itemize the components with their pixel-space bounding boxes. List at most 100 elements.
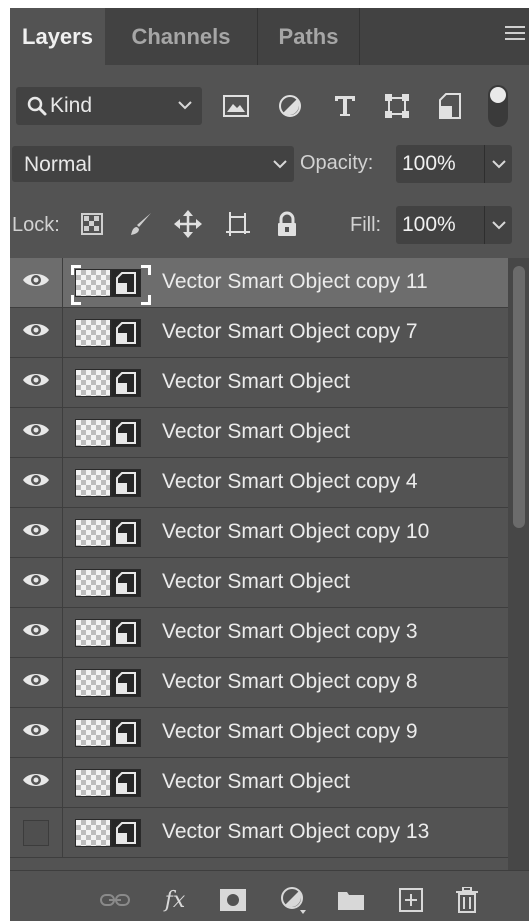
eye-icon (22, 571, 50, 594)
layer-visibility-toggle[interactable] (10, 508, 63, 557)
layer-name[interactable]: Vector Smart Object (162, 570, 350, 594)
transparency-checker-thumbnail (75, 419, 111, 447)
layer-thumbnail[interactable] (75, 719, 147, 749)
tab-layers[interactable]: Layers (10, 8, 105, 65)
layer-visibility-toggle[interactable] (10, 458, 63, 507)
layer-name[interactable]: Vector Smart Object copy 8 (162, 670, 418, 694)
layer-name[interactable]: Vector Smart Object copy 3 (162, 620, 418, 644)
transparency-checker-thumbnail (75, 319, 111, 347)
image-filter-icon[interactable] (221, 91, 251, 121)
layer-thumbnail[interactable] (75, 519, 147, 549)
opacity-input[interactable]: 100% (396, 145, 484, 183)
layer-visibility-toggle[interactable] (10, 758, 63, 807)
smart-object-badge-icon (111, 819, 141, 847)
lock-all-icon[interactable] (272, 209, 302, 239)
layer-style-fx-icon[interactable]: fx (160, 885, 190, 915)
layer-thumbnail[interactable] (75, 569, 147, 599)
link-layers-icon[interactable] (100, 885, 130, 915)
layer-name[interactable]: Vector Smart Object (162, 420, 350, 444)
layer-visibility-toggle[interactable] (10, 258, 63, 307)
layer-name[interactable]: Vector Smart Object copy 4 (162, 470, 418, 494)
fill-dropdown-button[interactable] (484, 206, 512, 244)
layer-row[interactable]: Vector Smart Object copy 4 (10, 458, 508, 508)
eye-icon (22, 521, 50, 544)
layer-row[interactable]: Vector Smart Object copy 10 (10, 508, 508, 558)
layer-list: Vector Smart Object copy 11 Vector Smart … (10, 258, 508, 858)
new-adjustment-layer-icon[interactable] (278, 885, 308, 915)
layer-row[interactable]: Vector Smart Object (10, 558, 508, 608)
new-group-folder-icon[interactable] (336, 885, 366, 915)
layer-visibility-toggle[interactable] (10, 358, 63, 407)
transparency-checker-thumbnail (75, 569, 111, 597)
eye-icon (22, 621, 50, 644)
filter-toggle-switch[interactable] (488, 85, 508, 127)
layer-visibility-toggle[interactable] (10, 608, 63, 657)
type-filter-icon[interactable] (330, 91, 360, 121)
layer-name[interactable]: Vector Smart Object copy 13 (162, 820, 429, 844)
shape-filter-icon[interactable] (382, 91, 412, 121)
smart-object-filter-icon[interactable] (435, 91, 465, 121)
layer-visibility-toggle[interactable] (10, 808, 63, 857)
layer-row[interactable]: Vector Smart Object (10, 758, 508, 808)
blend-mode-select[interactable]: Normal (12, 146, 294, 182)
layer-thumbnail[interactable] (75, 619, 147, 649)
fill-input[interactable]: 100% (396, 206, 484, 244)
layer-visibility-toggle[interactable] (10, 708, 63, 757)
delete-layer-trash-icon[interactable] (452, 885, 482, 915)
layer-visibility-toggle[interactable] (10, 308, 63, 357)
layer-row[interactable]: Vector Smart Object copy 13 (10, 808, 508, 858)
layer-visibility-toggle[interactable] (10, 408, 63, 457)
layer-thumbnail[interactable] (75, 369, 147, 399)
layer-row[interactable]: Vector Smart Object copy 8 (10, 658, 508, 708)
layer-name[interactable]: Vector Smart Object copy 7 (162, 320, 418, 344)
layer-row[interactable]: Vector Smart Object (10, 408, 508, 458)
opacity-dropdown-button[interactable] (484, 145, 512, 183)
smart-object-badge-icon (111, 619, 141, 647)
layer-thumbnail[interactable] (71, 265, 151, 305)
layer-name[interactable]: Vector Smart Object (162, 370, 350, 394)
layer-thumbnail[interactable] (75, 469, 147, 499)
layer-name[interactable]: Vector Smart Object copy 9 (162, 720, 418, 744)
scrollbar-thumb[interactable] (513, 266, 525, 528)
layer-thumbnail[interactable] (75, 669, 147, 699)
layer-visibility-toggle[interactable] (10, 558, 63, 607)
layer-thumbnail[interactable] (75, 769, 147, 799)
layer-name[interactable]: Vector Smart Object copy 10 (162, 520, 429, 544)
lock-image-pixels-icon[interactable] (126, 209, 156, 239)
layer-row[interactable]: Vector Smart Object copy 9 (10, 708, 508, 758)
layer-name[interactable]: Vector Smart Object (162, 770, 350, 794)
layer-thumbnail[interactable] (75, 419, 147, 449)
transparency-checker-thumbnail (75, 369, 111, 397)
lock-transparent-pixels-icon[interactable] (77, 209, 107, 239)
chevron-down-icon (491, 160, 506, 169)
layer-visibility-toggle[interactable] (10, 658, 63, 707)
tab-paths[interactable]: Paths (258, 8, 360, 65)
filter-kind-select[interactable]: Kind (16, 87, 202, 125)
smart-object-badge-icon (111, 769, 141, 797)
adjustment-filter-icon[interactable] (275, 91, 305, 121)
thumbnail-selection-corner (71, 265, 81, 275)
panel-menu-icon[interactable] (505, 26, 525, 46)
layer-thumbnail[interactable] (75, 819, 147, 849)
transparency-checker-thumbnail (75, 769, 111, 797)
eye-icon (22, 771, 50, 794)
layer-thumbnail[interactable] (75, 319, 147, 349)
chevron-down-icon (491, 221, 506, 230)
lock-artboard-icon[interactable] (223, 209, 253, 239)
tab-channels[interactable]: Channels (105, 8, 258, 65)
eye-icon (22, 721, 50, 744)
toggle-knob (490, 87, 506, 103)
layer-row[interactable]: Vector Smart Object (10, 358, 508, 408)
layer-name[interactable]: Vector Smart Object copy 11 (162, 270, 428, 294)
new-layer-icon[interactable] (396, 885, 426, 915)
add-mask-icon[interactable] (218, 885, 248, 915)
layer-filter-row: Kind (10, 83, 529, 133)
layer-row[interactable]: Vector Smart Object copy 11 (10, 258, 508, 308)
filter-kind-label: Kind (50, 94, 93, 117)
layer-row[interactable]: Vector Smart Object copy 3 (10, 608, 508, 658)
chevron-down-icon (273, 160, 287, 169)
smart-object-badge-icon (111, 569, 141, 597)
lock-position-icon[interactable] (173, 209, 203, 239)
layer-row[interactable]: Vector Smart Object copy 7 (10, 308, 508, 358)
fill-label: Fill: (350, 214, 382, 236)
